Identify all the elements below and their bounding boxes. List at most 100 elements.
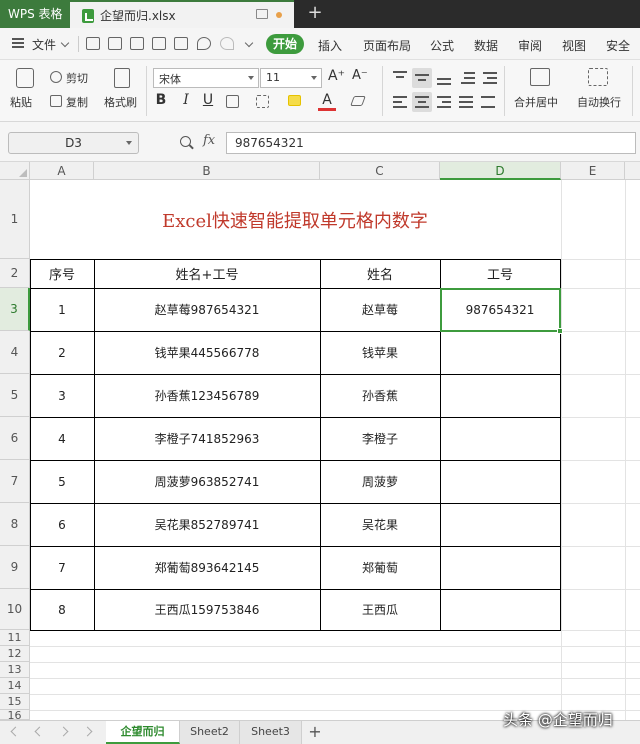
dropdown-caret-icon[interactable] <box>126 141 132 145</box>
cut-button[interactable]: 剪切 <box>66 70 88 86</box>
bold-button[interactable]: B <box>152 92 170 108</box>
align-middle-icon[interactable] <box>412 68 432 88</box>
spreadsheet-grid[interactable]: A B C D E 1 2 3 4 5 6 7 8 9 10 11 12 13 … <box>0 162 640 720</box>
table-cell[interactable]: 1 <box>30 288 94 331</box>
table-cell[interactable]: 李橙子 <box>320 417 440 460</box>
sheet-tab-sheet2[interactable]: Sheet2 <box>180 721 240 744</box>
name-box[interactable]: D3 <box>8 132 139 154</box>
row-header-3[interactable]: 3 <box>0 288 30 331</box>
underline-button[interactable]: U <box>199 92 217 108</box>
header-cell-index[interactable]: 序号 <box>30 259 94 288</box>
row-header-14[interactable]: 14 <box>0 678 30 694</box>
row-header-12[interactable]: 12 <box>0 646 30 662</box>
table-cell[interactable]: 周菠萝963852741 <box>94 460 320 503</box>
last-sheet-arrow-icon[interactable] <box>82 726 93 737</box>
copy-button[interactable]: 复制 <box>66 94 88 110</box>
table-cell[interactable] <box>440 417 560 460</box>
table-cell[interactable]: 赵草莓 <box>320 288 440 331</box>
row-header-15[interactable]: 15 <box>0 694 30 710</box>
row-header-11[interactable]: 11 <box>0 630 30 646</box>
table-cell[interactable] <box>440 589 560 630</box>
row-header-8[interactable]: 8 <box>0 503 30 546</box>
window-screen-icon[interactable] <box>256 9 268 19</box>
table-cell[interactable]: 孙香蕉123456789 <box>94 374 320 417</box>
tab-start[interactable]: 开始 <box>266 34 304 54</box>
print-icon[interactable] <box>152 37 166 50</box>
paste-button[interactable]: 粘贴 <box>10 94 32 110</box>
table-cell[interactable] <box>440 331 560 374</box>
increase-font-icon[interactable]: A⁺ <box>328 68 345 84</box>
table-cell[interactable]: 赵草莓987654321 <box>94 288 320 331</box>
table-cell[interactable]: 吴花果 <box>320 503 440 546</box>
column-header-b[interactable]: B <box>94 162 320 180</box>
header-cell-id[interactable]: 工号 <box>440 259 560 288</box>
table-cell[interactable]: 4 <box>30 417 94 460</box>
magnifier-icon[interactable] <box>180 136 191 147</box>
column-header-d[interactable]: D <box>440 162 561 180</box>
clear-format-icon[interactable] <box>350 96 366 106</box>
table-cell[interactable]: 李橙子741852963 <box>94 417 320 460</box>
tab-view[interactable]: 视图 <box>562 37 586 54</box>
next-sheet-arrow-icon[interactable] <box>58 726 69 737</box>
distribute-icon[interactable] <box>478 92 498 112</box>
tab-data[interactable]: 数据 <box>474 37 498 54</box>
table-cell[interactable]: 周菠萝 <box>320 460 440 503</box>
wrap-text-icon[interactable] <box>588 68 608 86</box>
row-header-9[interactable]: 9 <box>0 546 30 589</box>
chevron-down-icon[interactable] <box>60 38 70 48</box>
table-cell[interactable] <box>440 374 560 417</box>
table-cell[interactable]: 3 <box>30 374 94 417</box>
format-painter-icon[interactable] <box>114 68 130 88</box>
table-cell[interactable]: 吴花果852789741 <box>94 503 320 546</box>
decrease-font-icon[interactable]: A⁻ <box>352 68 368 83</box>
paste-icon[interactable] <box>16 68 34 88</box>
undo-icon[interactable] <box>197 37 211 50</box>
sheet-tab-active[interactable]: 企望而归 <box>106 721 180 744</box>
table-cell[interactable]: 7 <box>30 546 94 589</box>
table-cell[interactable] <box>440 503 560 546</box>
row-header-6[interactable]: 6 <box>0 417 30 460</box>
add-sheet-button[interactable]: + <box>306 723 324 741</box>
decrease-indent-icon[interactable] <box>458 68 478 88</box>
table-cell[interactable]: 郑葡萄 <box>320 546 440 589</box>
new-tab-button[interactable]: + <box>302 0 328 28</box>
app-tab[interactable]: WPS 表格 <box>0 0 70 28</box>
row-header-1[interactable]: 1 <box>0 180 30 259</box>
prev-sheet-arrow-icon[interactable] <box>34 726 45 737</box>
column-header-c[interactable]: C <box>320 162 440 180</box>
row-header-10[interactable]: 10 <box>0 589 30 630</box>
wrap-text-button[interactable]: 自动换行 <box>577 94 621 110</box>
active-cell-selection[interactable] <box>440 288 561 332</box>
table-cell[interactable]: 5 <box>30 460 94 503</box>
row-header-16[interactable]: 16 <box>0 710 30 720</box>
fill-color-icon[interactable] <box>288 95 301 106</box>
increase-indent-icon[interactable] <box>480 68 500 88</box>
font-name-select[interactable]: 宋体 <box>153 68 259 88</box>
tab-review[interactable]: 审阅 <box>518 37 542 54</box>
merge-center-icon[interactable] <box>530 68 550 86</box>
row-header-13[interactable]: 13 <box>0 662 30 678</box>
table-cell[interactable]: 2 <box>30 331 94 374</box>
fill-handle[interactable] <box>557 328 563 334</box>
open-folder-icon[interactable] <box>86 37 100 50</box>
align-left-icon[interactable] <box>390 92 410 112</box>
export-pdf-icon[interactable] <box>130 37 144 50</box>
table-cell[interactable] <box>440 546 560 589</box>
tab-formulas[interactable]: 公式 <box>430 37 454 54</box>
italic-button[interactable]: I <box>177 92 195 108</box>
justify-icon[interactable] <box>456 92 476 112</box>
first-sheet-arrow-icon[interactable] <box>10 726 21 737</box>
table-cell[interactable]: 王西瓜159753846 <box>94 589 320 630</box>
merge-center-button[interactable]: 合并居中 <box>514 94 558 110</box>
table-cell[interactable]: 郑葡萄893642145 <box>94 546 320 589</box>
sheet-title-cell[interactable]: Excel快速智能提取单元格内数字 <box>30 180 560 259</box>
row-header-5[interactable]: 5 <box>0 374 30 417</box>
column-header-e[interactable]: E <box>561 162 625 180</box>
save-icon[interactable] <box>108 37 122 50</box>
table-cell[interactable]: 8 <box>30 589 94 630</box>
align-top-icon[interactable] <box>390 68 410 88</box>
print-preview-icon[interactable] <box>174 37 188 50</box>
sheet-tab-sheet3[interactable]: Sheet3 <box>240 721 302 744</box>
header-cell-name-id[interactable]: 姓名+工号 <box>94 259 320 288</box>
row-header-4[interactable]: 4 <box>0 331 30 374</box>
